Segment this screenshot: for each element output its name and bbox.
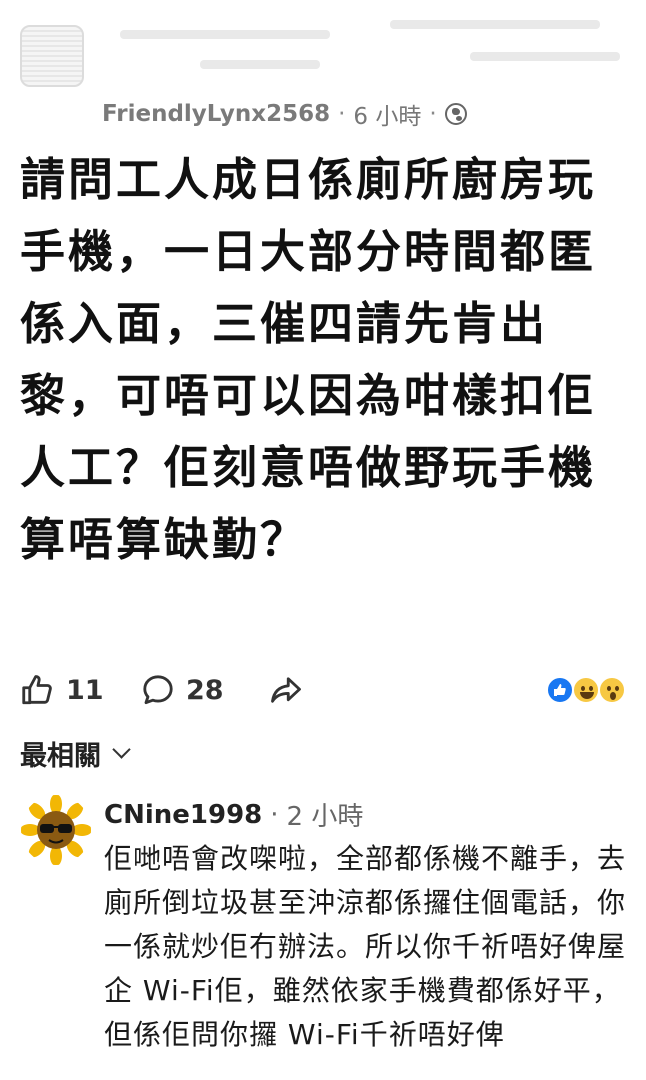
comment-time[interactable]: 2 小時 [287,796,364,833]
reaction-summary[interactable] [546,676,630,706]
meta-separator: · [338,101,346,127]
faded-text-line [200,60,320,69]
meta-separator: · [270,799,279,830]
post-actions: 11 28 [20,668,630,712]
comment-header: CNine1998 · 2 小時 [104,796,363,833]
haha-reaction-icon [572,676,600,704]
globe-icon [444,103,467,125]
avatar[interactable] [21,795,91,865]
wow-reaction-icon [598,676,626,704]
post-meta: FriendlyLynx2568 · 6 小時 · [102,96,467,132]
sort-label: 最相關 [20,741,101,772]
like-count: 11 [66,674,104,706]
comment-sort-dropdown[interactable]: 最相關 [20,734,131,773]
share-arrow-icon [271,677,301,703]
like-reaction-icon [546,676,574,704]
post-author[interactable]: FriendlyLynx2568 [102,101,330,127]
comment-author[interactable]: CNine1998 [104,800,262,830]
post-thumbnail[interactable] [20,25,84,87]
post-time[interactable]: 6 小時 [353,97,421,131]
share-button[interactable] [268,668,304,712]
chevron-down-icon [112,740,131,759]
sunflower-sunglasses-avatar [21,795,91,865]
faded-text-line [120,30,330,39]
comment-body: 佢哋唔會改㗎啦，全部都係機不離手，去廁所倒垃圾甚至沖涼都係攞住個電話，你一係就炒… [104,842,627,1051]
thumbs-up-icon [22,675,52,705]
comment-bubble-icon [143,675,173,705]
faded-text-line [390,20,600,29]
like-button[interactable]: 11 [20,668,104,712]
comment-button[interactable]: 28 [140,668,224,712]
faded-text-line [470,52,620,61]
comment-count: 28 [186,674,224,706]
post-title: 請問工人成日係廁所廚房玩手機，一日大部分時間都匿係入面，三催四請先肯出黎，可唔可… [20,153,597,566]
meta-separator: · [429,101,437,127]
